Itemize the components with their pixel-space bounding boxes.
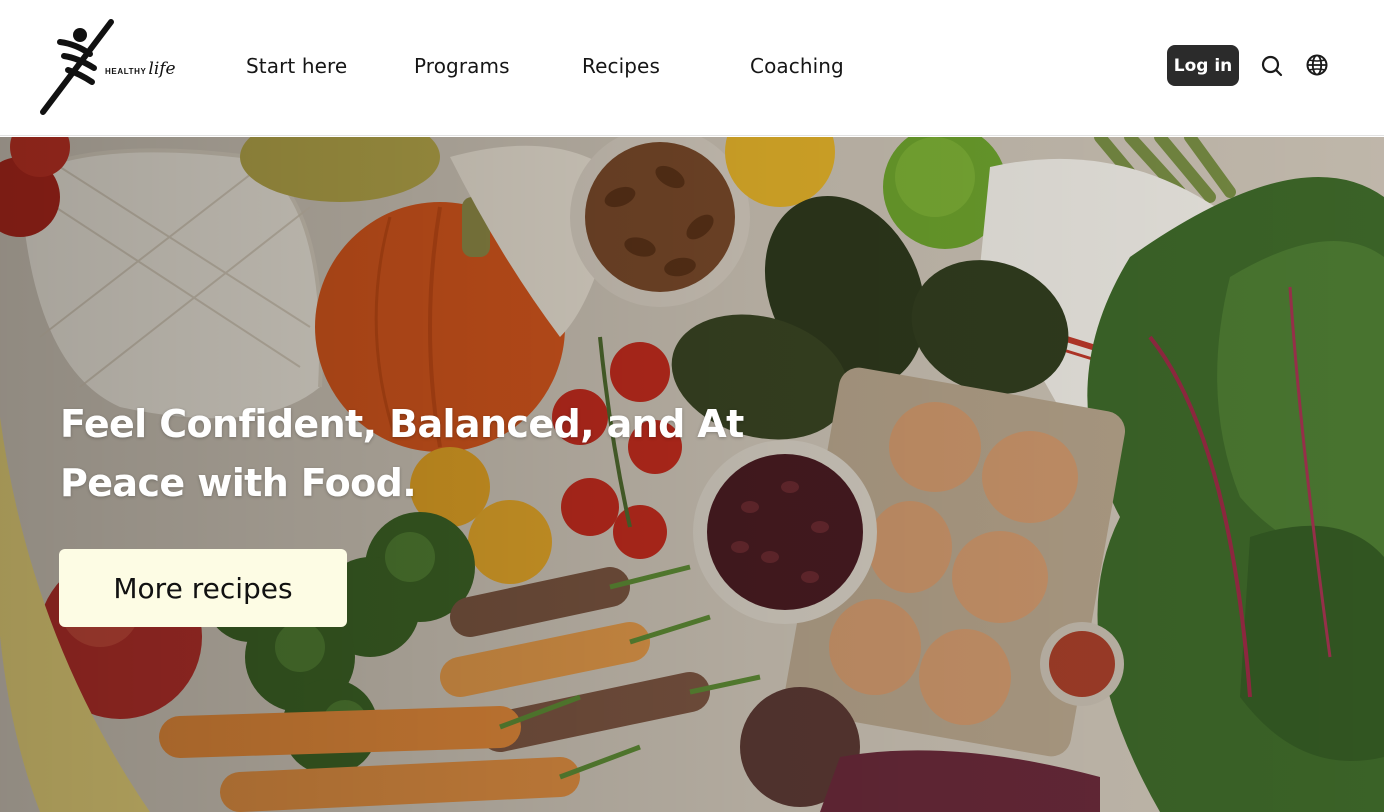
- nav-item-start-here[interactable]: Start here: [246, 54, 347, 78]
- search-icon[interactable]: [1259, 53, 1285, 79]
- login-button[interactable]: Log in: [1167, 45, 1239, 86]
- brand-wordmark: HEALTHY life: [105, 59, 176, 79]
- more-recipes-button[interactable]: More recipes: [59, 549, 347, 627]
- brand-logo[interactable]: HEALTHY life: [38, 18, 188, 118]
- nav-item-recipes[interactable]: Recipes: [582, 54, 660, 78]
- brand-healthy: HEALTHY: [105, 67, 147, 76]
- brand-life: life: [148, 59, 176, 79]
- nav-item-programs[interactable]: Programs: [414, 54, 510, 78]
- globe-icon[interactable]: [1304, 52, 1330, 78]
- nav-item-coaching[interactable]: Coaching: [750, 54, 844, 78]
- hero-title: Feel Confident, Balanced, and At Peace w…: [60, 402, 744, 505]
- site-header: HEALTHY life Start here Programs Recipes…: [0, 0, 1384, 136]
- hero-section: Feel Confident, Balanced, and At Peace w…: [0, 137, 1384, 812]
